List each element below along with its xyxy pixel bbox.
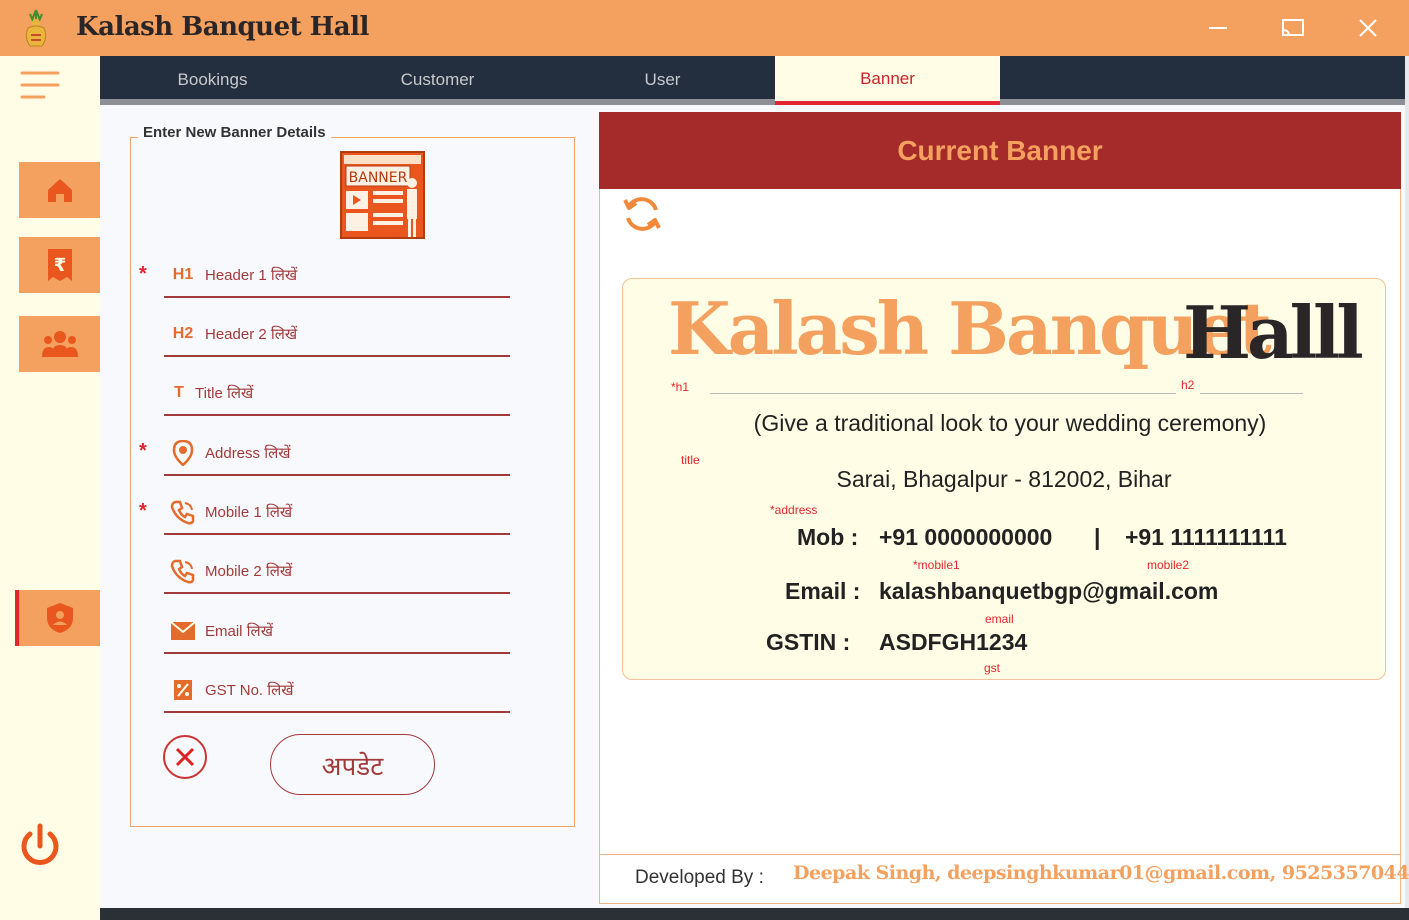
- mail-icon: [170, 618, 196, 644]
- sidebar-item-users[interactable]: [19, 316, 100, 372]
- banner-h1: Kalash Banquet: [668, 286, 1272, 371]
- banner-mobile1: +91 0000000000: [879, 524, 1053, 550]
- percent-doc-icon: [170, 677, 196, 703]
- hamburger-menu-icon[interactable]: [20, 68, 60, 102]
- mobile1-placeholder: Mobile 1 लिखें: [205, 504, 293, 521]
- tab-user[interactable]: User: [550, 56, 775, 104]
- mobile2-placeholder: Mobile 2 लिखें: [205, 563, 293, 580]
- close-button[interactable]: [1348, 10, 1388, 46]
- banner-address: Sarai, Bhagalpur - 812002, Bihar: [836, 466, 1172, 492]
- app-title: Kalash Banquet Hall: [76, 12, 369, 42]
- banner-form-fieldset: [130, 137, 575, 827]
- gstin-label: GSTIN :: [766, 629, 851, 655]
- current-banner-title: Current Banner: [897, 134, 1103, 166]
- title-tag: title: [681, 453, 700, 467]
- sidebar-item-billing[interactable]: ₹: [19, 237, 100, 293]
- address-tag: *address: [770, 503, 818, 517]
- current-banner-header: Current Banner: [599, 112, 1401, 189]
- developed-by-label: Developed By :: [635, 867, 764, 888]
- rupee-receipt-icon: ₹: [47, 249, 72, 281]
- required-marker: *: [139, 263, 147, 285]
- header1-input[interactable]: H1 Header 1 लिखें: [164, 248, 510, 298]
- minimize-button[interactable]: [1198, 10, 1238, 46]
- banner-title: (Give a traditional look to your wedding…: [753, 410, 1267, 436]
- title-icon: T: [174, 384, 184, 401]
- form-legend: Enter New Banner Details: [138, 124, 331, 141]
- header2-input[interactable]: H2 Header 2 लिखें: [164, 307, 510, 357]
- mob-label: Mob :: [797, 524, 859, 550]
- svg-text:₹: ₹: [53, 255, 66, 276]
- address-input[interactable]: Address लिखें: [164, 426, 510, 476]
- tab-bookings[interactable]: Bookings: [100, 56, 325, 104]
- users-icon: [41, 331, 78, 357]
- footer-divider: [599, 854, 1401, 855]
- title-placeholder: Title लिखें: [195, 385, 254, 402]
- gst-placeholder: GST No. लिखें: [205, 682, 294, 699]
- close-circle-icon: [175, 747, 195, 767]
- banner-h2: Halll: [1183, 290, 1364, 375]
- mobile-separator: |: [1094, 524, 1101, 550]
- banner-email: kalashbanquetbgp@gmail.com: [879, 578, 1219, 604]
- maximize-button[interactable]: [1273, 10, 1313, 46]
- power-icon[interactable]: [18, 822, 62, 870]
- email-placeholder: Email लिखें: [205, 623, 273, 640]
- tab-banner[interactable]: Banner: [775, 56, 1000, 106]
- header1-placeholder: Header 1 लिखें: [205, 267, 298, 284]
- h1-underline: [710, 393, 1176, 394]
- gst-input[interactable]: GST No. लिखें: [164, 663, 510, 713]
- required-marker: *: [139, 500, 147, 522]
- home-icon: [47, 179, 72, 202]
- h1-tag: *h1: [671, 380, 690, 394]
- mobile1-tag: *mobile1: [913, 558, 960, 572]
- phone-icon: [170, 499, 196, 525]
- sidebar-item-home[interactable]: [19, 162, 100, 218]
- h2-icon: H2: [172, 325, 194, 342]
- window-edge: [1405, 56, 1409, 908]
- update-button[interactable]: अपडेट: [270, 734, 435, 795]
- address-placeholder: Address लिखें: [205, 445, 291, 462]
- phone-icon: [170, 558, 196, 584]
- cast-icon: [1282, 19, 1304, 37]
- banner-mobile2: +91 1111111111: [1125, 524, 1287, 550]
- mobile2-input[interactable]: Mobile 2 लिखें: [164, 544, 510, 594]
- banner-gst: ASDFGH1234: [879, 629, 1028, 655]
- cancel-button[interactable]: [163, 735, 207, 779]
- email-tag: email: [985, 612, 1014, 626]
- email-input[interactable]: Email लिखें: [164, 604, 510, 654]
- required-marker: *: [139, 440, 147, 462]
- h2-tag: h2: [1181, 378, 1195, 392]
- mobile2-tag: mobile2: [1147, 558, 1190, 572]
- svg-text:BANNER: BANNER: [349, 170, 408, 186]
- header2-placeholder: Header 2 लिखें: [205, 326, 298, 343]
- taskbar-strip: [100, 908, 1409, 920]
- shield-icon: [46, 603, 73, 633]
- developer-credit: Deepak Singh, deepsinghkumar01@gmail.com…: [793, 862, 1409, 884]
- gst-tag: gst: [984, 661, 1001, 675]
- title-input[interactable]: T Title लिखें: [164, 366, 510, 416]
- location-pin-icon: [170, 440, 196, 466]
- banner-illustration-icon: BANNER: [340, 151, 425, 239]
- minimize-icon: [1209, 27, 1227, 29]
- kalash-logo-icon: [25, 9, 47, 47]
- sidebar-item-security[interactable]: [15, 590, 100, 646]
- mobile1-input[interactable]: Mobile 1 लिखें: [164, 485, 510, 535]
- email-label: Email :: [785, 578, 861, 604]
- sidebar: ₹: [0, 56, 100, 920]
- tab-customer[interactable]: Customer: [325, 56, 550, 104]
- close-icon: [1359, 19, 1377, 37]
- refresh-icon[interactable]: [620, 192, 664, 236]
- h2-underline: [1200, 393, 1303, 394]
- h1-icon: H1: [172, 266, 194, 283]
